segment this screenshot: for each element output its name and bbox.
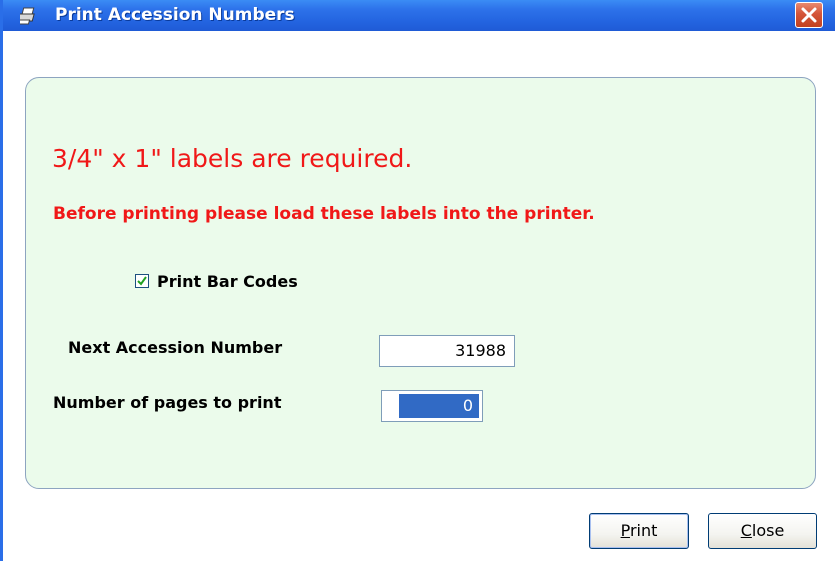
close-accelerator: C xyxy=(740,521,752,540)
load-labels-instruction: Before printing please load these labels… xyxy=(53,204,595,224)
checkmark-icon xyxy=(137,276,147,286)
pages-to-print-field[interactable]: 0 xyxy=(381,390,483,422)
window-title: Print Accession Numbers xyxy=(55,5,295,25)
label-size-heading: 3/4" x 1" labels are required. xyxy=(52,144,413,173)
print-button-label: rint xyxy=(629,521,658,540)
print-bar-codes-checkbox[interactable] xyxy=(135,274,149,288)
print-bar-codes-label: Print Bar Codes xyxy=(157,271,298,291)
dialog-window: Print Accession Numbers 3/4" x 1" labels… xyxy=(0,0,835,561)
close-icon xyxy=(801,7,817,23)
print-accelerator: P xyxy=(620,521,630,540)
pages-to-print-label: Number of pages to print xyxy=(53,393,282,412)
title-bar[interactable]: Print Accession Numbers xyxy=(3,0,835,31)
print-bar-codes-option[interactable]: Print Bar Codes xyxy=(135,270,298,292)
close-button[interactable]: Close xyxy=(708,513,817,549)
next-accession-label: Next Accession Number xyxy=(68,338,283,357)
pages-to-print-value: 0 xyxy=(399,394,479,418)
next-accession-field[interactable]: 31988 xyxy=(379,335,515,367)
printer-icon xyxy=(16,7,40,25)
print-button[interactable]: Print xyxy=(589,513,689,549)
next-accession-value: 31988 xyxy=(455,341,506,360)
close-button-label: lose xyxy=(751,521,785,540)
close-window-button[interactable] xyxy=(795,2,823,28)
